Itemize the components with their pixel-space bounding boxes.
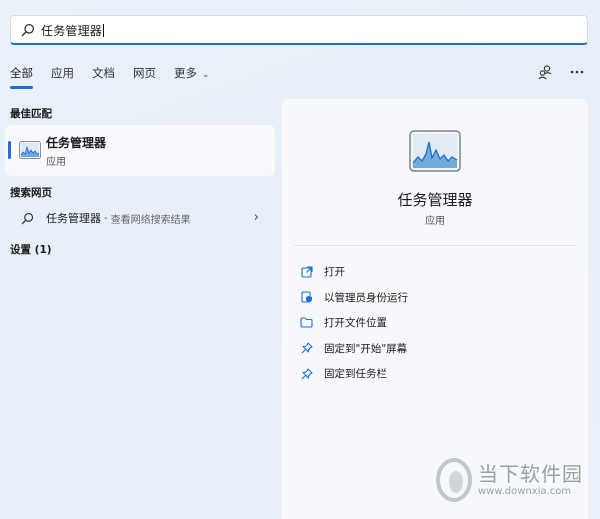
action-open-file-location[interactable]: 打开文件位置	[300, 310, 408, 336]
account-button[interactable]	[536, 63, 554, 81]
folder-icon	[300, 316, 313, 329]
action-pin-to-start[interactable]: 固定到"开始"屏幕	[300, 336, 408, 362]
open-external-icon	[300, 265, 313, 278]
search-icon	[21, 23, 35, 36]
tab-documents-label: 文档	[92, 66, 115, 80]
action-pin-to-taskbar-label: 固定到任务栏	[324, 368, 387, 381]
pin-icon	[300, 342, 313, 355]
action-open-label: 打开	[324, 266, 345, 279]
tab-documents[interactable]: 文档	[92, 65, 115, 89]
people-share-icon	[538, 65, 552, 80]
action-open[interactable]: 打开	[300, 259, 408, 285]
web-result-hint: 查看网络搜索结果	[110, 214, 191, 226]
tab-web-label: 网页	[133, 66, 156, 80]
tab-web[interactable]: 网页	[133, 65, 156, 89]
panel-divider	[294, 245, 576, 246]
search-query: 任务管理器	[41, 24, 103, 38]
section-best-match: 最佳匹配	[10, 108, 52, 120]
tab-more-label: 更多	[174, 66, 197, 80]
more-ellipsis-icon	[570, 70, 584, 74]
tab-all[interactable]: 全部	[10, 65, 33, 89]
best-match-result[interactable]: 任务管理器 应用	[5, 125, 275, 176]
more-button[interactable]	[568, 63, 586, 81]
tab-apps[interactable]: 应用	[51, 65, 74, 89]
action-pin-to-start-label: 固定到"开始"屏幕	[324, 342, 408, 355]
top-actions	[536, 63, 586, 81]
search-icon	[21, 212, 34, 224]
search-box[interactable]: 任务管理器	[10, 15, 588, 45]
task-manager-icon	[409, 130, 461, 172]
web-result-query: 任务管理器	[46, 212, 101, 225]
web-search-result[interactable]: 任务管理器 - 查看网络搜索结果 ›	[5, 205, 275, 231]
pin-icon	[300, 367, 313, 380]
admin-shield-icon	[300, 291, 313, 304]
action-run-as-admin-label: 以管理员身份运行	[324, 291, 408, 304]
section-search-web: 搜索网页	[10, 187, 52, 199]
panel-subtitle: 应用	[425, 216, 445, 227]
watermark-name: 当下软件园	[478, 462, 583, 486]
text-caret	[103, 24, 105, 37]
action-pin-to-taskbar[interactable]: 固定到任务栏	[300, 361, 408, 387]
panel-title: 任务管理器	[397, 191, 473, 209]
task-manager-icon	[19, 141, 41, 159]
chevron-down-icon: ⌄	[199, 70, 210, 80]
watermark-url: www.downxia.com	[478, 486, 572, 497]
section-settings[interactable]: 设置 (1)	[10, 242, 52, 257]
action-open-file-location-label: 打开文件位置	[324, 317, 387, 330]
best-match-subtitle: 应用	[46, 157, 66, 168]
best-match-title: 任务管理器	[46, 136, 107, 150]
action-run-as-admin[interactable]: 以管理员身份运行	[300, 285, 408, 311]
tab-more[interactable]: 更多 ⌄	[174, 65, 209, 89]
tab-all-label: 全部	[10, 66, 33, 80]
web-result-separator: -	[104, 212, 108, 224]
panel-actions: 打开 以管理员身份运行 打开文件位置 固定到"开始"屏幕 固定到任务栏	[300, 259, 408, 387]
chevron-right-icon: ›	[253, 210, 259, 225]
tab-apps-label: 应用	[51, 66, 74, 80]
filter-tabs: 全部 应用 文档 网页 更多 ⌄	[10, 65, 227, 89]
selection-indicator	[8, 141, 11, 159]
search-input[interactable]: 任务管理器	[41, 20, 105, 39]
